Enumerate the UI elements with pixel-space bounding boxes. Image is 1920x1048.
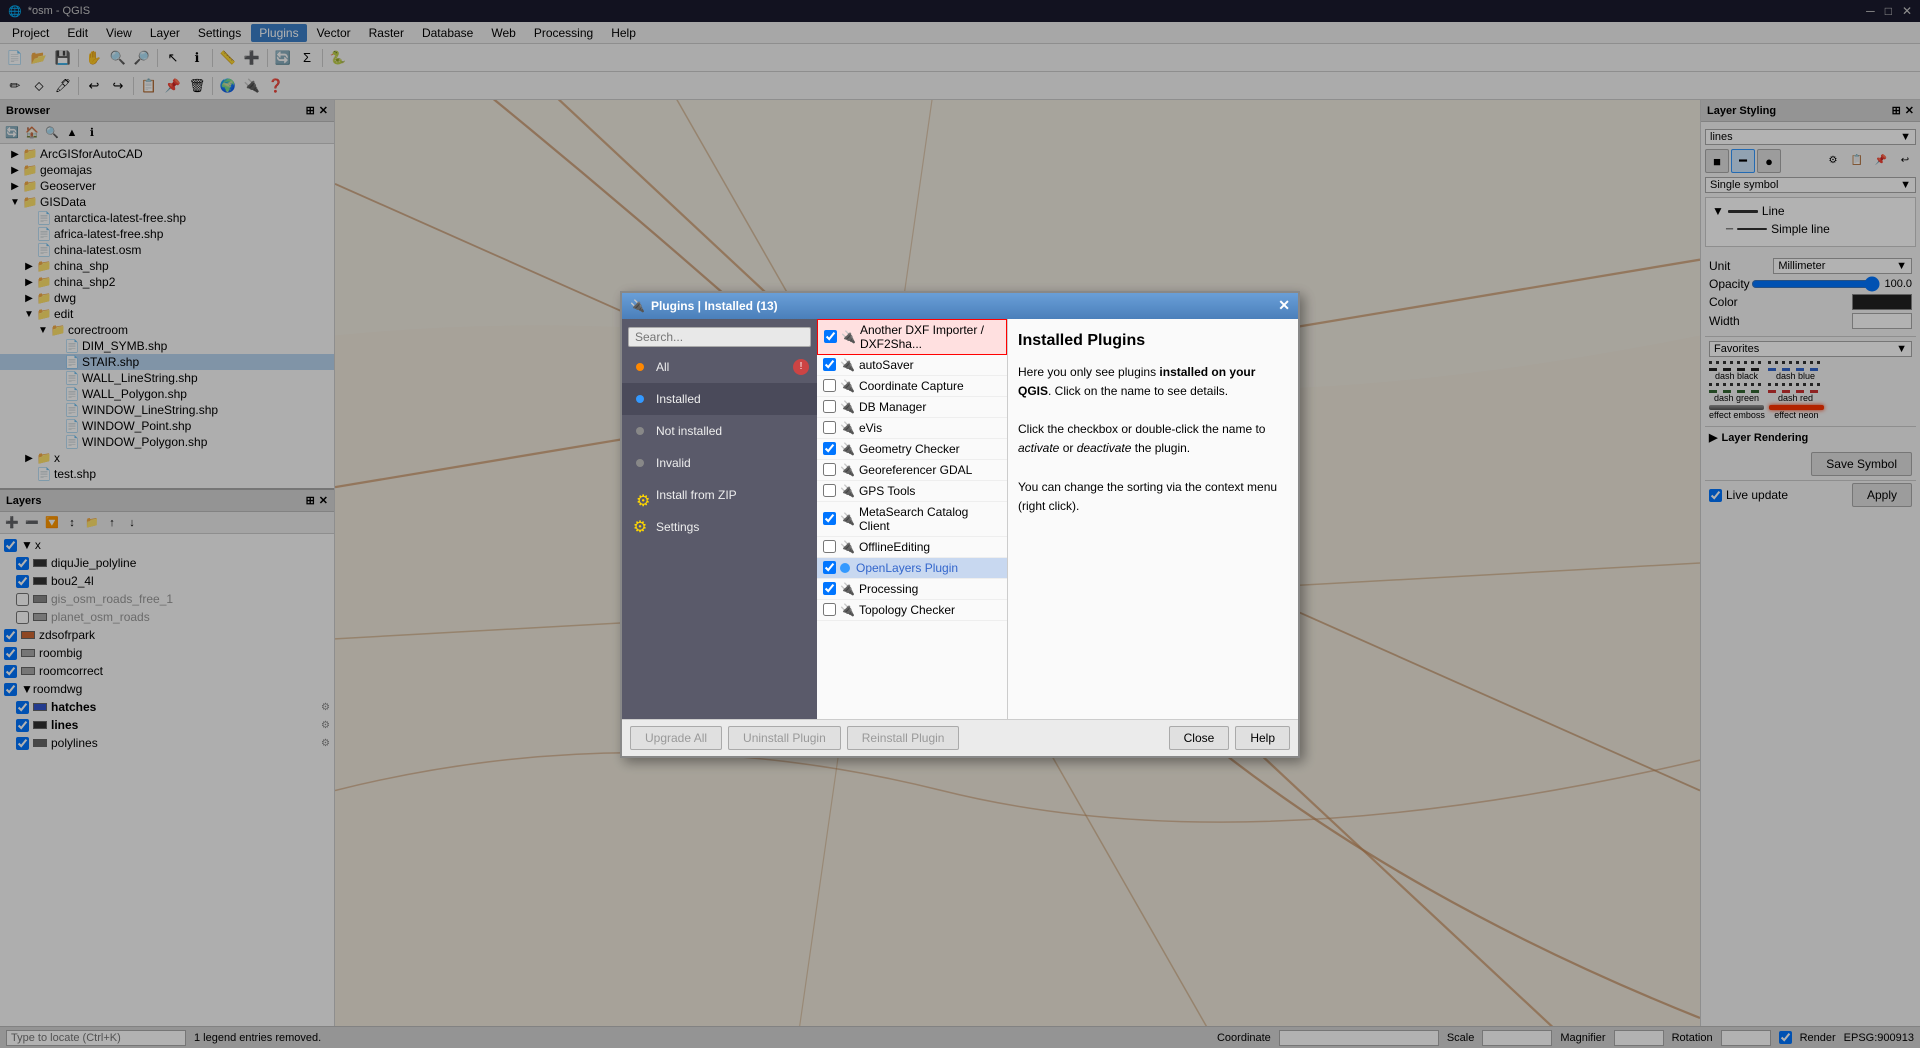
plugin-evis[interactable]: 🔌 eVis	[817, 418, 1007, 439]
dialog-footer: Upgrade All Uninstall Plugin Reinstall P…	[622, 719, 1298, 756]
dialog-content-split: 🔌 Another DXF Importer / DXF2Sha... 🔌 au…	[817, 319, 1298, 719]
plugin-db[interactable]: 🔌 DB Manager	[817, 397, 1007, 418]
plugin-topology-icon: 🔌	[840, 603, 855, 617]
plugin-processing-check[interactable]	[823, 582, 836, 595]
plugin-dxf-check[interactable]	[824, 330, 837, 343]
plugin-openlayers-dot	[840, 563, 850, 573]
dialog-title-container: 🔌 Plugins | Installed (13)	[630, 299, 778, 313]
plugin-processing[interactable]: 🔌 Processing	[817, 579, 1007, 600]
plugin-offline-check[interactable]	[823, 540, 836, 553]
plugin-coord-check[interactable]	[823, 379, 836, 392]
nav-invalid-label: Invalid	[656, 456, 691, 470]
plugin-info-title: Installed Plugins	[1018, 329, 1288, 353]
nav-installed-icon	[630, 389, 650, 409]
plugin-autosaver-label: autoSaver	[859, 358, 914, 372]
plugin-info-text: Here you only see plugins installed on y…	[1018, 363, 1288, 517]
dialog-title-text: Plugins | Installed (13)	[651, 299, 778, 313]
plugin-dxf-label: Another DXF Importer / DXF2Sha...	[860, 323, 1000, 351]
plugin-evis-icon: 🔌	[840, 421, 855, 435]
plugin-georef-icon: 🔌	[840, 463, 855, 477]
nav-all-badge: !	[793, 359, 809, 375]
plugin-coord[interactable]: 🔌 Coordinate Capture	[817, 376, 1007, 397]
nav-settings-label: Settings	[656, 520, 699, 534]
plugin-meta-check[interactable]	[823, 512, 836, 525]
plugin-meta-icon: 🔌	[840, 512, 855, 526]
plugin-dxf-icon: 🔌	[841, 330, 856, 344]
dialog-main: 🔌 Another DXF Importer / DXF2Sha... 🔌 au…	[817, 319, 1298, 719]
plugin-topology-check[interactable]	[823, 603, 836, 616]
nav-settings-icon: ⚙	[630, 517, 650, 537]
plugin-evis-label: eVis	[859, 421, 882, 435]
nav-install-zip-label: Install from ZIP	[656, 488, 737, 502]
plugin-openlayers-label: OpenLayers Plugin	[856, 561, 958, 575]
plugin-openlayers[interactable]: OpenLayers Plugin	[817, 558, 1007, 579]
nav-all-icon	[630, 357, 650, 377]
uninstall-btn[interactable]: Uninstall Plugin	[728, 726, 841, 750]
dialog-sidebar: All ! Installed Not installed	[622, 319, 817, 719]
dialog-title-bar: 🔌 Plugins | Installed (13) ✕	[622, 293, 1298, 319]
plugin-autosaver-check[interactable]	[823, 358, 836, 371]
plugin-processing-label: Processing	[859, 582, 918, 596]
plugin-gps[interactable]: 🔌 GPS Tools	[817, 481, 1007, 502]
plugin-openlayers-check[interactable]	[823, 561, 836, 574]
plugin-db-icon: 🔌	[840, 400, 855, 414]
plugin-georef-label: Georeferencer GDAL	[859, 463, 972, 477]
plugin-topology[interactable]: 🔌 Topology Checker	[817, 600, 1007, 621]
plugin-geom-label: Geometry Checker	[859, 442, 960, 456]
plugin-db-label: DB Manager	[859, 400, 926, 414]
nav-not-installed-icon	[630, 421, 650, 441]
plugin-coord-icon: 🔌	[840, 379, 855, 393]
dialog-close-btn[interactable]: ✕	[1278, 297, 1290, 314]
plugin-meta-label: MetaSearch Catalog Client	[859, 505, 1001, 533]
help-btn[interactable]: Help	[1235, 726, 1290, 750]
plugin-coord-label: Coordinate Capture	[859, 379, 964, 393]
upgrade-all-btn[interactable]: Upgrade All	[630, 726, 722, 750]
plugin-georef-check[interactable]	[823, 463, 836, 476]
nav-install-zip[interactable]: ⚙ Install from ZIP	[622, 479, 817, 511]
plugin-dxf[interactable]: 🔌 Another DXF Importer / DXF2Sha...	[817, 319, 1007, 355]
plugin-georef[interactable]: 🔌 Georeferencer GDAL	[817, 460, 1007, 481]
plugin-offline[interactable]: 🔌 OfflineEditing	[817, 537, 1007, 558]
plugin-autosaver-icon: 🔌	[840, 358, 855, 372]
nav-installed[interactable]: Installed	[622, 383, 817, 415]
nav-not-installed-label: Not installed	[656, 424, 722, 438]
plugin-geom[interactable]: 🔌 Geometry Checker	[817, 439, 1007, 460]
nav-all[interactable]: All !	[622, 351, 817, 383]
plugin-list: 🔌 Another DXF Importer / DXF2Sha... 🔌 au…	[817, 319, 1008, 719]
plugin-offline-label: OfflineEditing	[859, 540, 930, 554]
nav-settings[interactable]: ⚙ Settings	[622, 511, 817, 543]
dialog-plugin-icon: 🔌	[630, 299, 645, 313]
plugin-gps-check[interactable]	[823, 484, 836, 497]
plugin-evis-check[interactable]	[823, 421, 836, 434]
nav-installed-label: Installed	[656, 392, 701, 406]
nav-all-label: All	[656, 360, 669, 374]
modal-overlay: 🔌 Plugins | Installed (13) ✕ All !	[0, 0, 1920, 1048]
plugin-geom-check[interactable]	[823, 442, 836, 455]
nav-install-zip-icon: ⚙	[630, 485, 650, 505]
nav-not-installed[interactable]: Not installed	[622, 415, 817, 447]
nav-invalid[interactable]: Invalid	[622, 447, 817, 479]
plugin-gps-label: GPS Tools	[859, 484, 915, 498]
reinstall-btn[interactable]: Reinstall Plugin	[847, 726, 960, 750]
plugins-dialog: 🔌 Plugins | Installed (13) ✕ All !	[620, 291, 1300, 758]
plugin-offline-icon: 🔌	[840, 540, 855, 554]
nav-invalid-icon	[630, 453, 650, 473]
plugin-meta[interactable]: 🔌 MetaSearch Catalog Client	[817, 502, 1007, 537]
plugin-gps-icon: 🔌	[840, 484, 855, 498]
dialog-body: All ! Installed Not installed	[622, 319, 1298, 719]
plugin-topology-label: Topology Checker	[859, 603, 955, 617]
plugin-processing-icon: 🔌	[840, 582, 855, 596]
plugin-info-area: Installed Plugins Here you only see plug…	[1008, 319, 1298, 719]
plugin-db-check[interactable]	[823, 400, 836, 413]
plugin-autosaver[interactable]: 🔌 autoSaver	[817, 355, 1007, 376]
plugin-search-input[interactable]	[628, 327, 811, 347]
plugin-geom-icon: 🔌	[840, 442, 855, 456]
close-btn[interactable]: Close	[1169, 726, 1230, 750]
